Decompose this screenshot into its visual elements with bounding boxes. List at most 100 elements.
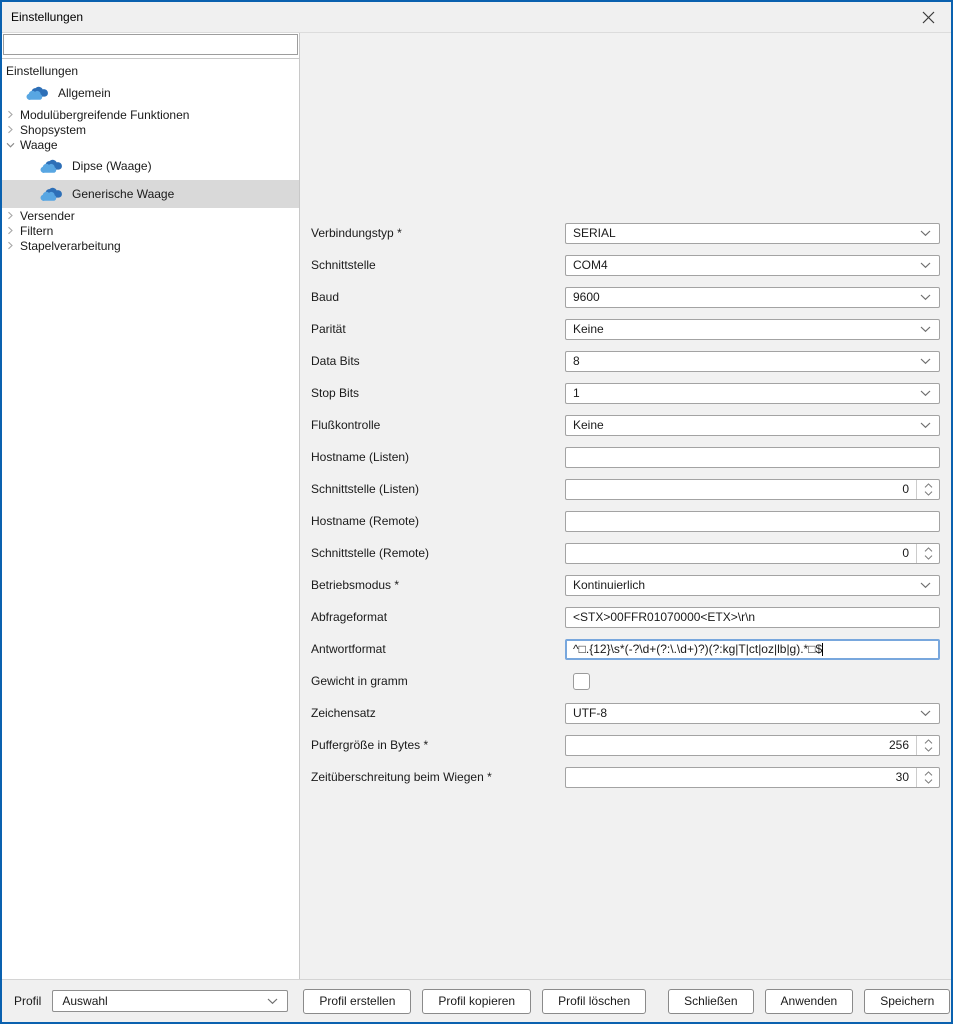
tree-item-label: Waage	[20, 138, 58, 152]
tree-item-label: Generische Waage	[72, 187, 174, 201]
tree-item-allgemein[interactable]: Allgemein	[2, 79, 299, 107]
tree-item-label: Shopsystem	[20, 123, 86, 137]
field-label: Betriebsmodus *	[311, 578, 565, 592]
tree-item-label: Einstellungen	[6, 64, 78, 78]
form-row-flußkontrolle: Flußkontrolle Keine	[311, 409, 940, 441]
flußkontrolle-select[interactable]: Keine	[565, 415, 940, 436]
tree-item-generische-waage[interactable]: Generische Waage	[2, 180, 299, 208]
select-value: Keine	[573, 322, 604, 336]
schliessen-button[interactable]: Schließen	[668, 989, 753, 1014]
anwenden-button[interactable]: Anwenden	[765, 989, 854, 1014]
field-label: Puffergröße in Bytes *	[311, 738, 565, 752]
field-label: Schnittstelle (Listen)	[311, 482, 565, 496]
select-value: COM4	[573, 258, 608, 272]
hostname-remote-input[interactable]	[565, 511, 940, 532]
field-label: Flußkontrolle	[311, 418, 565, 432]
parität-select[interactable]: Keine	[565, 319, 940, 340]
form-row-antwortformat: Antwortformat^□.{12}\s*(-?\d+(?:\.\d+)?)…	[311, 633, 940, 665]
close-button[interactable]	[906, 2, 951, 32]
gewicht-in-gramm-checkbox[interactable]	[573, 673, 590, 690]
chevron-right-icon[interactable]	[6, 211, 20, 220]
form-row-stop-bits: Stop Bits1	[311, 377, 940, 409]
checkbox-wrap	[565, 673, 940, 690]
chevron-right-icon[interactable]	[6, 125, 20, 134]
betriebsmodus-select[interactable]: Kontinuierlich	[565, 575, 940, 596]
settings-form-panel: Verbindungstyp * SERIAL Schnittstelle COM4 B…	[300, 33, 951, 979]
select-value: 1	[573, 386, 580, 400]
form-row-zeitüberschreitung-beim-wiegen: Zeitüberschreitung beim Wiegen *30	[311, 761, 940, 793]
profil-kopieren-button[interactable]: Profil kopieren	[422, 989, 531, 1014]
spinner-up-down-icon[interactable]	[916, 544, 939, 563]
zeichensatz-select[interactable]: UTF-8	[565, 703, 940, 724]
chevron-right-icon[interactable]	[6, 241, 20, 250]
stop-bits-select[interactable]: 1	[565, 383, 940, 404]
field-label: Hostname (Listen)	[311, 450, 565, 464]
settings-window: Einstellungen Einstellungen Allgemein Modu…	[0, 0, 953, 1024]
chevron-right-icon[interactable]	[6, 110, 20, 119]
chevron-down-icon	[920, 262, 931, 269]
tree-item-waage[interactable]: Waage	[2, 137, 299, 152]
tree-item-stapelverarbeitung[interactable]: Stapelverarbeitung	[2, 238, 299, 253]
select-value: Keine	[573, 418, 604, 432]
select-value: UTF-8	[573, 706, 607, 720]
schnittstelle-listen-stepper[interactable]: 0	[565, 479, 940, 500]
number-value: 256	[566, 738, 916, 752]
baud-select[interactable]: 9600	[565, 287, 940, 308]
verbindungstyp-select[interactable]: SERIAL	[565, 223, 940, 244]
cloud-icon	[25, 85, 51, 101]
number-value: 0	[566, 482, 916, 496]
chevron-down-icon[interactable]	[6, 141, 20, 149]
antwortformat-input[interactable]: ^□.{12}\s*(-?\d+(?:\.\d+)?)(?:kg|T|ct|oz…	[565, 639, 940, 660]
field-label: Baud	[311, 290, 565, 304]
form-row-schnittstelle-listen: Schnittstelle (Listen)0	[311, 473, 940, 505]
field-label: Verbindungstyp *	[311, 226, 565, 240]
form-row-abfrageformat: Abfrageformat<STX>00FFR01070000<ETX>\r\n	[311, 601, 940, 633]
form-row-gewicht-in-gramm: Gewicht in gramm	[311, 665, 940, 697]
profil-loeschen-button[interactable]: Profil löschen	[542, 989, 646, 1014]
tree-item-versender[interactable]: Versender	[2, 208, 299, 223]
chevron-right-icon[interactable]	[6, 226, 20, 235]
profile-select[interactable]: Auswahl	[52, 990, 288, 1012]
close-icon	[922, 11, 935, 24]
zeitüberschreitung-beim-wiegen-stepper[interactable]: 30	[565, 767, 940, 788]
select-value: SERIAL	[573, 226, 616, 240]
tree-item-filtern[interactable]: Filtern	[2, 223, 299, 238]
form-row-zeichensatz: ZeichensatzUTF-8	[311, 697, 940, 729]
abfrageformat-input[interactable]: <STX>00FFR01070000<ETX>\r\n	[565, 607, 940, 628]
schnittstelle-select[interactable]: COM4	[565, 255, 940, 276]
form-row-hostname-remote: Hostname (Remote)	[311, 505, 940, 537]
field-label: Abfrageformat	[311, 610, 565, 624]
tree-item-einstellungen[interactable]: Einstellungen	[2, 62, 299, 79]
profil-erstellen-button[interactable]: Profil erstellen	[303, 989, 411, 1014]
spinner-up-down-icon[interactable]	[916, 768, 939, 787]
select-value: Kontinuierlich	[573, 578, 645, 592]
chevron-down-icon	[920, 358, 931, 365]
tree-item-label: Allgemein	[58, 86, 111, 100]
form-row-verbindungstyp: Verbindungstyp * SERIAL	[311, 217, 940, 249]
tree-item-label: Versender	[20, 209, 75, 223]
footer-bar: Profil Auswahl Profil erstellen Profil k…	[2, 979, 951, 1022]
tree-filter-input[interactable]	[3, 34, 298, 55]
puffergröße-in-bytes-stepper[interactable]: 256	[565, 735, 940, 756]
schnittstelle-remote-stepper[interactable]: 0	[565, 543, 940, 564]
tree-item-shopsystem[interactable]: Shopsystem	[2, 122, 299, 137]
data-bits-select[interactable]: 8	[565, 351, 940, 372]
speichern-button[interactable]: Speichern	[864, 989, 950, 1014]
spinner-up-down-icon[interactable]	[916, 480, 939, 499]
hostname-listen-input[interactable]	[565, 447, 940, 468]
spinner-up-down-icon[interactable]	[916, 736, 939, 755]
field-label: Schnittstelle	[311, 258, 565, 272]
chevron-down-icon	[920, 326, 931, 333]
form-row-puffergröße-in-bytes: Puffergröße in Bytes *256	[311, 729, 940, 761]
text-caret	[822, 643, 823, 656]
select-value: 9600	[573, 290, 600, 304]
tree-item-modulübergreifende-funktionen[interactable]: Modulübergreifende Funktionen	[2, 107, 299, 122]
field-label: Parität	[311, 322, 565, 336]
chevron-down-icon	[920, 390, 931, 397]
tree-item-dipse-waage[interactable]: Dipse (Waage)	[2, 152, 299, 180]
chevron-down-icon	[920, 294, 931, 301]
chevron-down-icon	[920, 230, 931, 237]
titlebar: Einstellungen	[2, 2, 951, 32]
settings-tree: Einstellungen Allgemein Modulübergreifende…	[2, 58, 299, 979]
field-label: Schnittstelle (Remote)	[311, 546, 565, 560]
